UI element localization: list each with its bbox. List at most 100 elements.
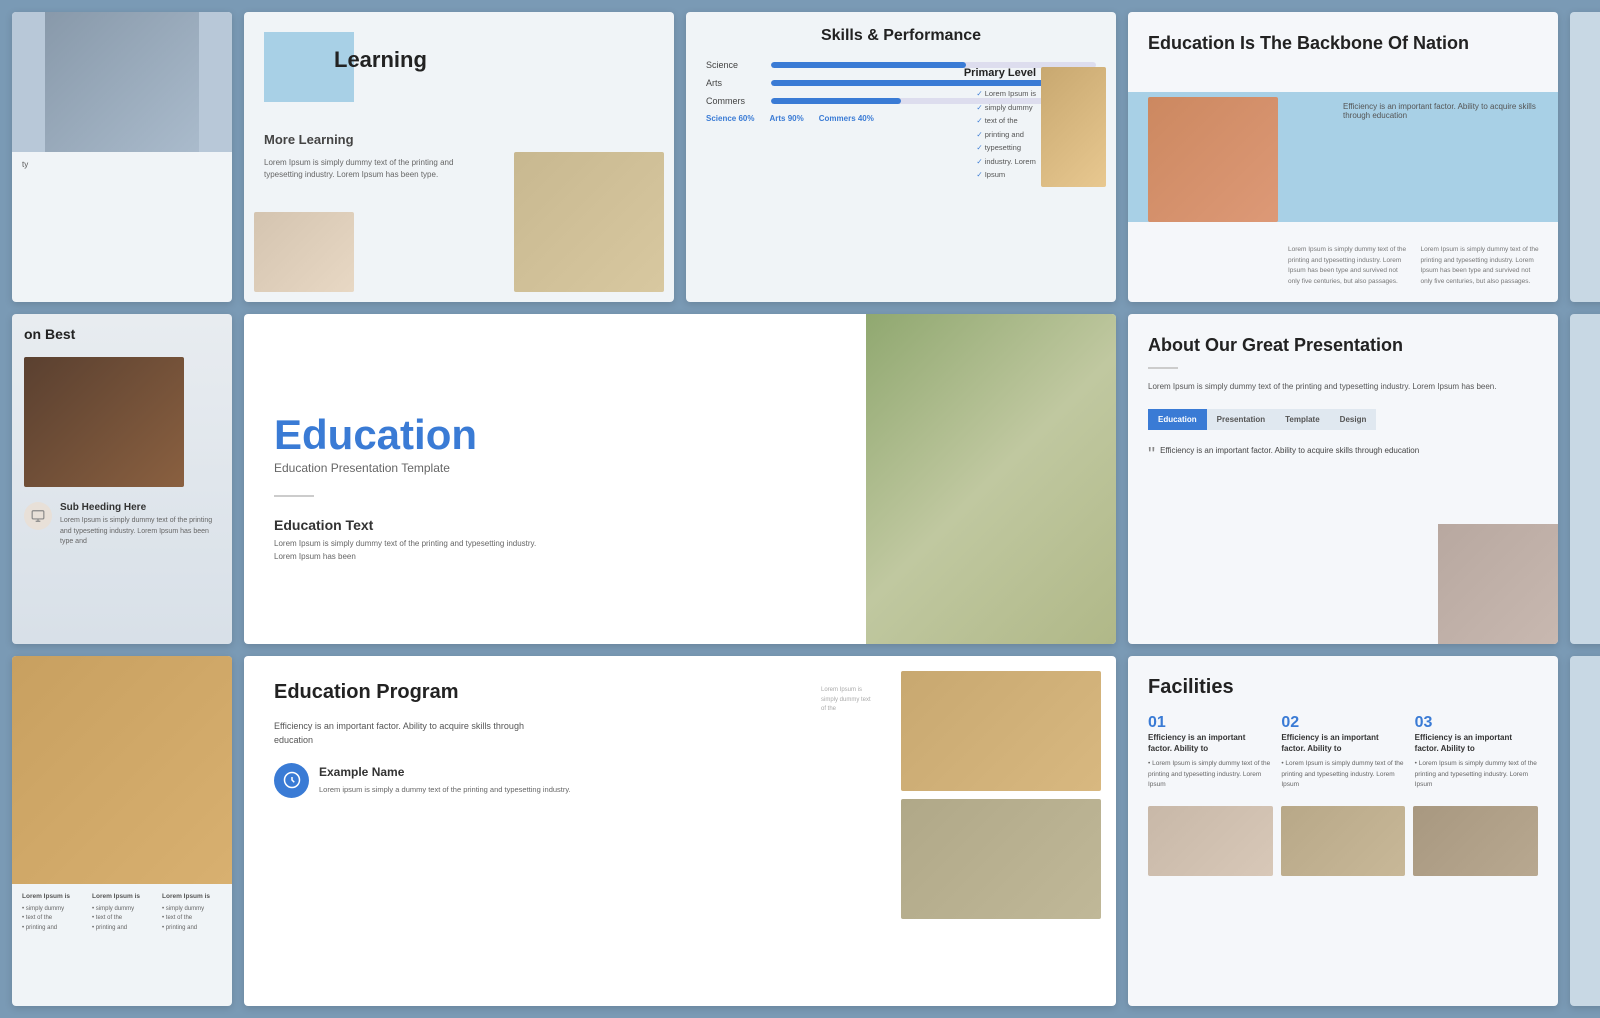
about-quote-text: Efficiency is an important factor. Abili… bbox=[1160, 445, 1419, 465]
about-title: About Our Great Presentation bbox=[1148, 334, 1538, 357]
slide-learning: Learning More Learning Lorem Ipsum is si… bbox=[244, 12, 674, 302]
slide-r2c4-spacer bbox=[1570, 314, 1600, 644]
bullet-item: printing and bbox=[162, 924, 222, 934]
facility-num-1: 01 bbox=[1148, 714, 1271, 732]
skill-label-arts: Arts bbox=[706, 78, 761, 88]
fac-photo-2 bbox=[1281, 806, 1406, 876]
skills-photo bbox=[1041, 67, 1106, 187]
checklist-item: industry. Lorem bbox=[976, 155, 1036, 169]
stat-science: Science 60% bbox=[706, 114, 754, 123]
about-photo bbox=[1438, 524, 1558, 644]
program-icon bbox=[274, 763, 309, 798]
slide-skills: Skills & Performance Science Arts Commer… bbox=[686, 12, 1116, 302]
backbone-photo bbox=[1148, 97, 1278, 222]
program-side-text: Lorem Ipsum is simply dummy text of the bbox=[821, 686, 876, 715]
program-lorem: Lorem ipsum is simply a dummy text of th… bbox=[319, 784, 571, 795]
facility-list-3: Lorem Ipsum is simply dummy text of the … bbox=[1415, 759, 1538, 790]
about-divider bbox=[1148, 367, 1178, 369]
example-name: Example Name bbox=[319, 765, 571, 779]
facility-li: Lorem Ipsum is simply dummy text of the … bbox=[1148, 759, 1271, 790]
about-quote: " Efficiency is an important factor. Abi… bbox=[1148, 445, 1538, 465]
tab-presentation[interactable]: Presentation bbox=[1207, 409, 1275, 430]
bullet-item: simply dummy bbox=[92, 905, 152, 915]
bullet-list-1: simply dummy text of the printing and bbox=[22, 905, 82, 934]
fac-photo-3 bbox=[1413, 806, 1538, 876]
skill-bar-fill-science bbox=[771, 62, 966, 68]
sub-heading-text: Sub Heeding Here Lorem Ipsum is simply d… bbox=[60, 502, 220, 548]
checklist-item: printing and bbox=[976, 128, 1036, 142]
skill-bar-fill-commers bbox=[771, 98, 901, 104]
facility-item-2: 02 Efficiency is an important factor. Ab… bbox=[1281, 714, 1404, 791]
more-learning-label: More Learning bbox=[264, 132, 354, 147]
tab-education[interactable]: Education bbox=[1148, 409, 1207, 430]
main-grid: ty Learning More Learning Lorem Ipsum is… bbox=[0, 0, 1600, 1018]
bullet-list-2: simply dummy text of the printing and bbox=[92, 905, 152, 934]
partial-text: ty bbox=[22, 160, 222, 169]
bullet-item: text of the bbox=[92, 914, 152, 924]
program-photos: Lorem Ipsum is simply dummy text of the bbox=[901, 671, 1101, 919]
facilities-grid: 01 Efficiency is an important factor. Ab… bbox=[1148, 714, 1538, 791]
slide-r1c5-spacer bbox=[1570, 12, 1600, 302]
skill-label-commers: Commers bbox=[706, 96, 761, 106]
slide-r2c1: on Best Sub Heeding Here Lorem Ipsum is … bbox=[12, 314, 232, 644]
edu-lorem: Lorem Ipsum is simply dummy text of the … bbox=[274, 538, 544, 564]
tab-template[interactable]: Template bbox=[1275, 409, 1330, 430]
education-left: Education Education Presentation Templat… bbox=[244, 314, 866, 644]
tab-design[interactable]: Design bbox=[1330, 409, 1377, 430]
slide-education-main: Education Education Presentation Templat… bbox=[244, 314, 1116, 644]
bullet-col-1: Lorem Ipsum is simply dummy text of the … bbox=[22, 892, 82, 934]
facilities-title: Facilities bbox=[1148, 676, 1538, 699]
program-photo-1 bbox=[901, 671, 1101, 791]
education-subtitle: Education Presentation Template bbox=[274, 461, 836, 475]
books-photo bbox=[24, 357, 184, 487]
backbone-lorem1: Lorem Ipsum is simply dummy text of the … bbox=[1288, 245, 1411, 287]
primary-level-label: Primary Level bbox=[964, 67, 1036, 79]
education-main-title: Education bbox=[274, 414, 836, 456]
checklist-item: text of the bbox=[976, 114, 1036, 128]
skill-row-science: Science bbox=[706, 60, 1096, 70]
checklist-item: Lorem Ipsum is bbox=[976, 87, 1036, 101]
slide-facilities: Facilities 01 Efficiency is an important… bbox=[1128, 656, 1558, 1006]
facility-li: Lorem Ipsum is simply dummy text of the … bbox=[1281, 759, 1404, 790]
checklist-item: typesetting bbox=[976, 141, 1036, 155]
stat-commers: Commers 40% bbox=[819, 114, 874, 123]
bullet-header-2: Lorem Ipsum is bbox=[92, 892, 152, 902]
backbone-title: Education Is The Backbone Of Nation bbox=[1148, 32, 1538, 55]
skill-bar-fill-arts bbox=[771, 80, 1064, 86]
slide-about: About Our Great Presentation Lorem Ipsum… bbox=[1128, 314, 1558, 644]
about-lorem: Lorem Ipsum is simply dummy text of the … bbox=[1148, 381, 1538, 394]
sub-heading-label: Sub Heeding Here bbox=[60, 502, 220, 513]
primary-checklist: Lorem Ipsum is simply dummy text of the … bbox=[976, 87, 1036, 182]
checklist-item: Ipsum bbox=[976, 168, 1036, 182]
backbone-lorem-cols: Lorem Ipsum is simply dummy text of the … bbox=[1288, 245, 1543, 287]
checklist-item: simply dummy bbox=[976, 101, 1036, 115]
facility-title-3: Efficiency is an important factor. Abili… bbox=[1415, 732, 1538, 754]
bullet-col-3: Lorem Ipsum is simply dummy text of the … bbox=[162, 892, 222, 934]
learning-lorem: Lorem Ipsum is simply dummy text of the … bbox=[264, 157, 464, 181]
education-main-photo bbox=[866, 314, 1116, 644]
skill-row-arts: Arts bbox=[706, 78, 1096, 88]
sub-heading-row: Sub Heeding Here Lorem Ipsum is simply d… bbox=[24, 502, 220, 548]
facility-list-1: Lorem Ipsum is simply dummy text of the … bbox=[1148, 759, 1271, 790]
facility-num-3: 03 bbox=[1415, 714, 1538, 732]
partial-title-r2: on Best bbox=[24, 326, 220, 342]
about-tab-bar: Education Presentation Template Design bbox=[1148, 409, 1538, 430]
facility-list-2: Lorem Ipsum is simply dummy text of the … bbox=[1281, 759, 1404, 790]
education-divider bbox=[274, 495, 314, 497]
facility-item-3: 03 Efficiency is an important factor. Ab… bbox=[1415, 714, 1538, 791]
bullet-item: simply dummy bbox=[22, 905, 82, 915]
laptop-photo bbox=[45, 12, 199, 152]
fac-photo-1 bbox=[1148, 806, 1273, 876]
stat-arts: Arts 90% bbox=[769, 114, 803, 123]
sub-heading-icon bbox=[24, 502, 52, 530]
bullet-item: simply dummy bbox=[162, 905, 222, 915]
bullet-item: text of the bbox=[22, 914, 82, 924]
sub-lorem: Lorem Ipsum is simply dummy text of the … bbox=[60, 516, 220, 548]
bullet-cols: Lorem Ipsum is simply dummy text of the … bbox=[22, 892, 222, 934]
facility-title-1: Efficiency is an important factor. Abili… bbox=[1148, 732, 1271, 754]
slide-r1c1-content: ty bbox=[12, 152, 232, 177]
quote-mark: " bbox=[1148, 445, 1155, 465]
skill-label-science: Science bbox=[706, 60, 761, 70]
edu-text-heading: Education Text bbox=[274, 517, 836, 533]
slide-r1c1-image bbox=[12, 12, 232, 152]
